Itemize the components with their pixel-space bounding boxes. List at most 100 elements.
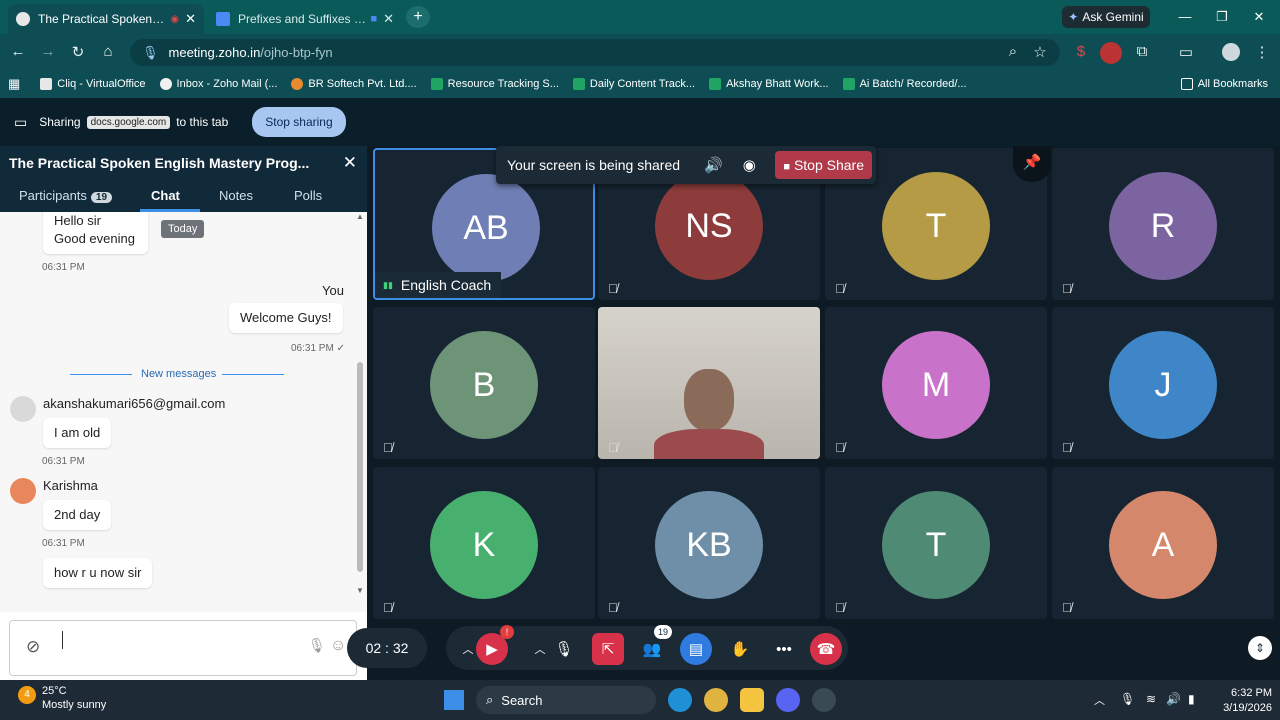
microphone-icon[interactable]: 🎙 bbox=[1120, 692, 1135, 706]
mic-muted-icon: 🎙̸ bbox=[835, 281, 845, 296]
minimize-icon[interactable]: — bbox=[1170, 6, 1200, 28]
date-separator-badge: Today bbox=[161, 220, 205, 238]
participant-tile[interactable]: B 🎙̸ bbox=[373, 307, 595, 459]
bookmark-item[interactable]: Akshay Bhatt Work... bbox=[709, 78, 829, 90]
extension-s-icon[interactable]: $ bbox=[1071, 43, 1091, 60]
cast-tab-icon[interactable]: ▭ bbox=[1176, 43, 1196, 61]
close-tab-icon[interactable]: ✕ bbox=[383, 11, 394, 27]
microphone-icon[interactable]: 🎙 bbox=[308, 637, 326, 654]
url-bar[interactable]: 🎙 meeting.zoho.in/ojho-btp-fyn bbox=[130, 39, 1060, 66]
taskbar-search[interactable]: ⌕ Search bbox=[476, 686, 656, 714]
divider bbox=[222, 374, 284, 375]
close-window-icon[interactable]: ✕ bbox=[1244, 6, 1274, 28]
bookmark-item[interactable]: Inbox - Zoho Mail (... bbox=[159, 78, 277, 90]
microphone-button[interactable]: 🎙 bbox=[548, 633, 580, 665]
participant-tile[interactable]: KB 🎙̸ bbox=[598, 467, 820, 619]
participant-avatar: J bbox=[1109, 331, 1217, 439]
forward-icon[interactable]: → bbox=[38, 43, 58, 60]
stop-sharing-button[interactable]: Stop sharing bbox=[252, 107, 346, 137]
bookmark-star-icon[interactable]: ☆ bbox=[1030, 43, 1050, 61]
all-bookmarks-button[interactable]: All Bookmarks bbox=[1180, 78, 1268, 90]
reload-icon[interactable]: ↻ bbox=[68, 43, 88, 61]
chrome-icon[interactable] bbox=[704, 688, 728, 712]
zoom-icon[interactable]: ⌕ bbox=[1003, 43, 1023, 60]
tab-participants[interactable]: Participants 19 bbox=[19, 188, 113, 203]
bookmark-item[interactable]: Cliq - VirtualOffice bbox=[40, 78, 146, 90]
participant-tile[interactable]: K 🎙̸ bbox=[373, 467, 595, 619]
profile-avatar[interactable] bbox=[1222, 43, 1240, 61]
back-icon[interactable]: ← bbox=[8, 43, 28, 60]
participant-tile[interactable]: J 🎙̸ bbox=[1052, 307, 1274, 459]
speaker-icon[interactable]: 🔊 bbox=[704, 156, 723, 174]
extensions-puzzle-icon[interactable]: ⧉ bbox=[1132, 43, 1152, 60]
reactions-button[interactable]: ✋ bbox=[724, 633, 756, 665]
chat-scrollbar[interactable] bbox=[357, 362, 363, 572]
bookmark-label: BR Softech Pvt. Ltd.... bbox=[308, 78, 417, 90]
discord-icon[interactable] bbox=[776, 688, 800, 712]
weather-widget[interactable]: 25°C Mostly sunny bbox=[42, 684, 106, 713]
screen-share-notice: Your screen is being shared 🔊 ◉ ■ Stop S… bbox=[496, 146, 876, 184]
participant-tile[interactable]: A 🎙̸ bbox=[1052, 467, 1274, 619]
tab-chat[interactable]: Chat bbox=[151, 188, 180, 203]
restore-icon[interactable]: ❐ bbox=[1207, 6, 1237, 28]
close-tab-icon[interactable]: ✕ bbox=[185, 11, 196, 27]
bookmark-item[interactable]: Resource Tracking S... bbox=[430, 78, 559, 90]
leave-call-button[interactable]: ☎ bbox=[810, 633, 842, 665]
tab-google-docs[interactable]: Prefixes and Suffixes - Goo ■ ✕ bbox=[208, 4, 402, 34]
extension-new-icon[interactable] bbox=[1100, 42, 1122, 64]
menu-kebab-icon[interactable]: ⋮ bbox=[1252, 43, 1272, 61]
mic-muted-icon: 🎙̸ bbox=[1062, 440, 1072, 455]
settings-gear-icon[interactable] bbox=[812, 688, 836, 712]
windows-start-icon[interactable] bbox=[444, 690, 464, 710]
home-icon[interactable]: ⌂ bbox=[98, 43, 118, 60]
bookmark-item[interactable]: Ai Batch/ Recorded/... bbox=[842, 78, 967, 90]
stop-share-button[interactable]: ■ Stop Share bbox=[775, 151, 872, 179]
meeting-timer: 02 : 32 bbox=[347, 628, 427, 668]
wifi-icon[interactable]: ≋ bbox=[1146, 692, 1156, 706]
zoho-favicon-icon bbox=[16, 12, 30, 26]
ask-gemini-button[interactable]: ✦ Ask Gemini bbox=[1062, 6, 1150, 28]
system-clock[interactable]: 6:32 PM 3/19/2026 bbox=[1212, 686, 1272, 717]
bookmark-label: Ai Batch/ Recorded/... bbox=[859, 78, 967, 90]
file-explorer-icon[interactable] bbox=[740, 688, 764, 712]
bookmarks-bar: ▦ Cliq - VirtualOffice Inbox - Zoho Mail… bbox=[0, 70, 1280, 98]
mail-icon bbox=[159, 78, 172, 90]
attachment-icon[interactable]: ⊘ bbox=[26, 637, 40, 657]
chat-input-box[interactable]: ⊘ 🎙 ☺ bbox=[9, 620, 357, 676]
participant-tile[interactable]: T 🎙̸ bbox=[825, 467, 1047, 619]
emoji-icon[interactable]: ☺ bbox=[330, 637, 346, 655]
more-options-button[interactable]: ••• bbox=[768, 633, 800, 665]
tab-polls[interactable]: Polls bbox=[294, 188, 322, 203]
docs-favicon-icon bbox=[216, 12, 230, 26]
sender-name: Karishma bbox=[43, 478, 98, 493]
volume-icon[interactable]: 🔊 bbox=[1166, 692, 1181, 706]
participant-avatar: B bbox=[430, 331, 538, 439]
participant-tile[interactable]: M 🎙̸ bbox=[825, 307, 1047, 459]
bookmark-item[interactable]: Daily Content Track... bbox=[572, 78, 695, 90]
apps-grid-icon[interactable]: ▦ bbox=[8, 76, 20, 92]
mic-muted-icon: 🎙̸ bbox=[383, 600, 393, 615]
url-path: /ojho-btp-fyn bbox=[260, 45, 333, 60]
scroll-down-icon[interactable]: ▼ bbox=[356, 586, 364, 595]
scroll-nav-icon[interactable]: ⇕ bbox=[1248, 636, 1272, 660]
chat-button[interactable]: ▤ bbox=[680, 633, 712, 665]
battery-icon[interactable]: ▮ bbox=[1188, 692, 1195, 706]
chat-panel: The Practical Spoken English Mastery Pro… bbox=[0, 146, 367, 680]
clock-date: 3/19/2026 bbox=[1223, 702, 1272, 715]
participant-tile[interactable]: R 🎙̸ bbox=[1052, 148, 1274, 300]
avatar bbox=[10, 396, 36, 422]
screen-share-button[interactable]: ⇱ bbox=[592, 633, 624, 665]
hide-eye-icon[interactable]: ◉ bbox=[743, 156, 756, 174]
new-tab-button[interactable]: + bbox=[406, 6, 430, 28]
share-notice-text: Your screen is being shared bbox=[507, 157, 681, 173]
close-panel-icon[interactable]: ✕ bbox=[343, 153, 357, 173]
temperature: 25°C bbox=[42, 685, 67, 697]
bookmark-item[interactable]: BR Softech Pvt. Ltd.... bbox=[291, 78, 417, 90]
edge-icon[interactable] bbox=[668, 688, 692, 712]
tab-zoho-meeting[interactable]: The Practical Spoken English ◉ ✕ bbox=[8, 4, 204, 34]
scroll-up-icon[interactable]: ▲ bbox=[356, 212, 364, 221]
participant-tile[interactable]: 🎙̸ bbox=[598, 307, 820, 459]
pin-icon[interactable]: 📌 bbox=[1013, 146, 1051, 182]
tab-notes[interactable]: Notes bbox=[219, 188, 253, 203]
chevron-up-icon[interactable]: ︿ bbox=[1094, 692, 1105, 708]
